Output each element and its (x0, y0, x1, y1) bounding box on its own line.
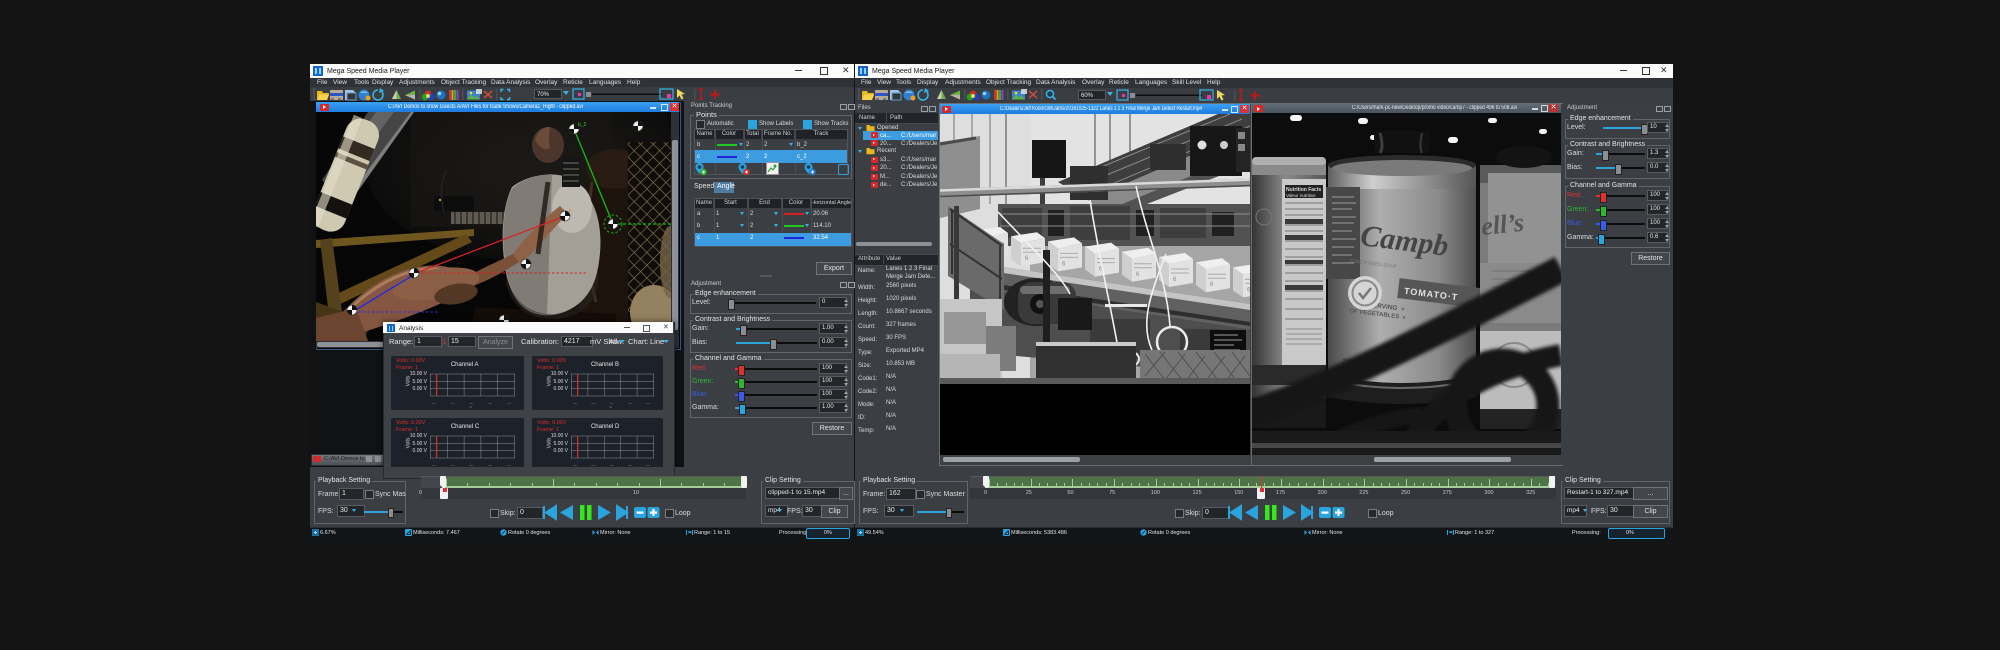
svg-text:---: --- (507, 400, 512, 405)
svg-text:ell’s: ell’s (1480, 208, 1526, 241)
svg-text:---: --- (591, 400, 596, 405)
svg-text:---: --- (573, 400, 578, 405)
svg-text:6: 6 (1247, 287, 1250, 293)
svg-text:---: --- (488, 400, 493, 405)
svg-text:---: --- (646, 400, 651, 405)
svg-text:Valeur nutritive: Valeur nutritive (1286, 193, 1316, 198)
svg-text:---: --- (432, 400, 437, 405)
svg-text:---: --- (628, 400, 633, 405)
svg-text:b_2: b_2 (578, 122, 587, 128)
svg-text:---: --- (451, 400, 456, 405)
